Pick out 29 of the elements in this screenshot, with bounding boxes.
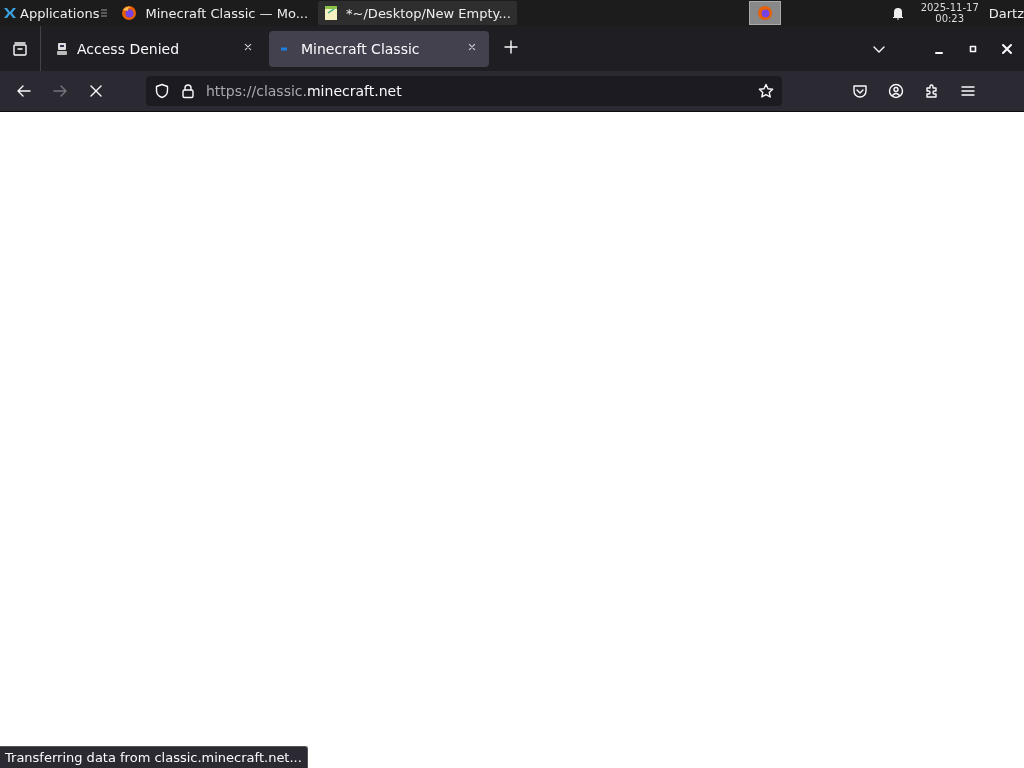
- tab-list-icon[interactable]: [12, 40, 28, 57]
- lock-icon[interactable]: [180, 83, 196, 99]
- taskbar-window-button[interactable]: Minecraft Classic — Mo...: [115, 1, 315, 25]
- stop-icon[interactable]: [88, 83, 104, 99]
- menu-icon[interactable]: [960, 83, 976, 99]
- applications-menu-button[interactable]: Applications: [0, 0, 112, 26]
- firefox-icon: [756, 5, 773, 21]
- browser-tab[interactable]: Access Denied: [45, 30, 265, 67]
- menu-icon: [101, 8, 108, 18]
- taskbar-window-button[interactable]: *~/Desktop/New Empty...: [318, 1, 517, 25]
- account-icon[interactable]: [888, 83, 904, 99]
- browser-tab[interactable]: Minecraft Classic: [269, 30, 489, 67]
- robot-icon: [55, 41, 69, 56]
- firefox-icon: [121, 5, 138, 21]
- star-icon[interactable]: [758, 83, 774, 99]
- new-tab-icon[interactable]: [503, 39, 519, 55]
- notepad-icon: [324, 5, 339, 21]
- shield-icon[interactable]: [154, 83, 170, 99]
- puzzle-icon[interactable]: [924, 83, 940, 99]
- address-bar[interactable]: https://classic.minecraft.net: [146, 76, 782, 106]
- xfce-logo-icon: [2, 5, 18, 21]
- forward-arrow-icon[interactable]: [52, 83, 68, 99]
- tray-firefox-button[interactable]: [748, 1, 781, 25]
- user-name[interactable]: Dartz: [988, 5, 1024, 21]
- back-arrow-icon[interactable]: [16, 83, 32, 99]
- bell-icon[interactable]: [890, 6, 905, 20]
- clock[interactable]: 2025-11-17 00:23: [920, 2, 979, 24]
- pocket-icon[interactable]: [852, 83, 868, 99]
- status-bar: Transferring data from classic.minecraft.net...: [0, 746, 308, 768]
